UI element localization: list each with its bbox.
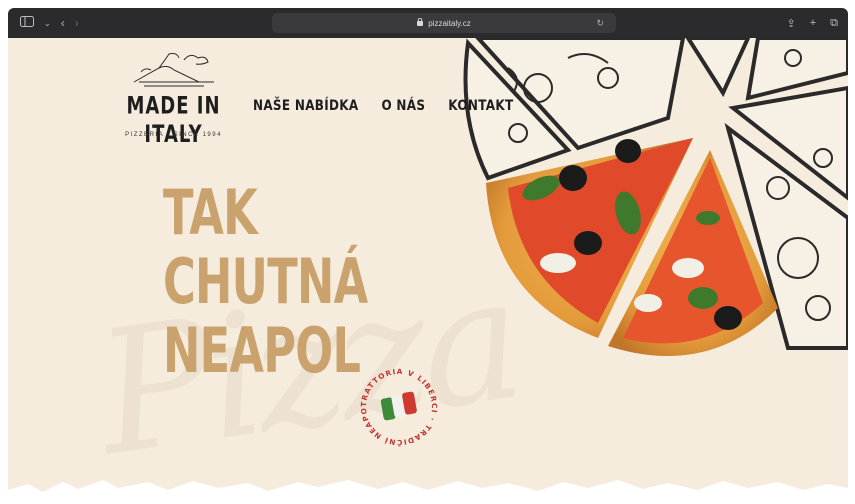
chevron-left-icon[interactable]: ‹ xyxy=(61,16,65,30)
chevron-down-icon[interactable]: ⌄ xyxy=(44,19,51,28)
hero-line-3: NEAPOL xyxy=(163,314,361,387)
reload-icon[interactable]: ↻ xyxy=(596,18,604,29)
hero-line-1: TAK xyxy=(163,176,258,249)
sidebar-icon[interactable] xyxy=(20,16,34,30)
screenshot-frame: ⌄ ‹ › pizzaitaly.cz ↻ ⇪ + ⧉ Pizza MADE I… xyxy=(0,0,855,504)
address-bar[interactable]: pizzaitaly.cz ↻ xyxy=(272,13,616,33)
main-nav: NAŠE NABÍDKA O NÁS KONTAKT xyxy=(253,97,513,114)
share-icon[interactable]: ⇪ xyxy=(786,17,795,30)
nav-item-contact[interactable]: KONTAKT xyxy=(448,97,513,114)
vesuvius-sketch-icon xyxy=(133,53,214,87)
web-page: Pizza MADE IN ITALY PIZZERIA · SINCE 199… xyxy=(8,38,848,504)
tabs-icon[interactable]: ⧉ xyxy=(830,17,838,30)
url-text: pizzaitaly.cz xyxy=(428,18,471,28)
lock-icon xyxy=(417,17,424,28)
nav-item-menu[interactable]: NAŠE NABÍDKA xyxy=(253,97,358,114)
logo-title: MADE IN ITALY xyxy=(126,92,221,149)
site-logo[interactable]: MADE IN ITALY PIZZERIA · SINCE 1994 xyxy=(111,50,233,149)
logo-tagline: PIZZERIA · SINCE 1994 xyxy=(125,132,222,138)
trattoria-badge: TRATTORIA V LIBERCI · TRADIČNÍ NEAPOLSKÁ… xyxy=(356,364,438,447)
browser-toolbar: ⌄ ‹ › pizzaitaly.cz ↻ ⇪ + ⧉ xyxy=(8,8,848,38)
chevron-right-icon[interactable]: › xyxy=(75,16,79,30)
torn-paper-edge xyxy=(8,480,848,504)
hero-headline: TAK CHUTNÁ NEAPOL xyxy=(163,176,368,387)
italian-flag-icon xyxy=(380,391,417,421)
browser-actions: ⇪ + ⧉ xyxy=(786,17,838,30)
hero-line-2: CHUTNÁ xyxy=(163,245,368,318)
browser-nav-controls: ⌄ ‹ › xyxy=(8,16,79,30)
nav-item-about[interactable]: O NÁS xyxy=(381,97,425,114)
plus-icon[interactable]: + xyxy=(810,17,816,30)
pizza-illustration xyxy=(463,38,848,357)
